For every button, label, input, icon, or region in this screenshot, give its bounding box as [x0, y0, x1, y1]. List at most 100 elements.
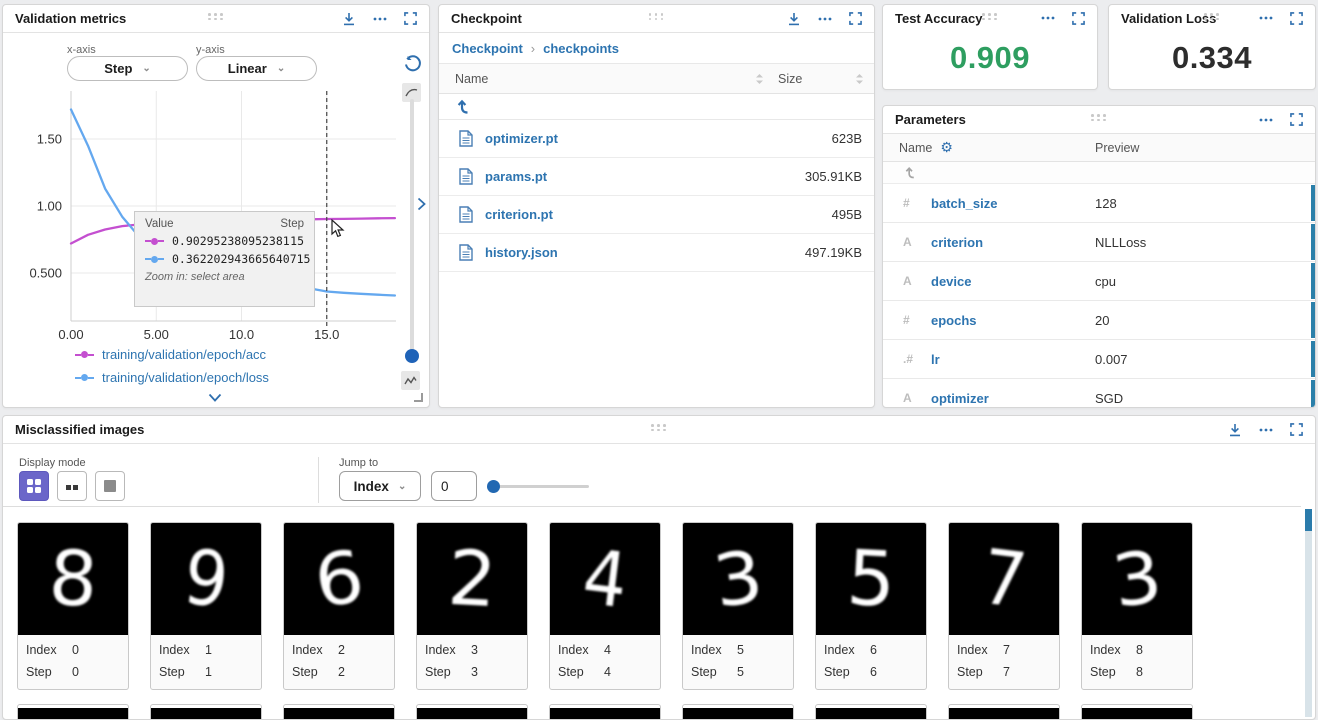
chevron-down-icon: ⌄ — [276, 63, 286, 74]
image-card[interactable]: 2 Index 3 Step 3 — [416, 522, 528, 690]
mnist-digit-image: 7 — [949, 523, 1059, 635]
vertical-scrollbar[interactable] — [1305, 509, 1312, 717]
sort-icon[interactable] — [855, 73, 864, 85]
image-card[interactable]: 7 Index 7 Step 7 — [948, 522, 1060, 690]
table-row[interactable]: A device cpu — [883, 262, 1315, 301]
table-row[interactable]: criterion.pt 495B — [439, 196, 874, 234]
drag-handle-icon[interactable] — [1091, 114, 1107, 122]
svg-text:1.50: 1.50 — [37, 132, 62, 147]
more-menu-icon[interactable] — [1259, 16, 1273, 20]
y-axis-select[interactable]: Linear ⌄ — [196, 56, 317, 81]
breadcrumb-separator: › — [530, 40, 536, 56]
image-card[interactable]: 6 Index 2 Step 2 — [283, 522, 395, 690]
expand-icon[interactable] — [1290, 11, 1303, 25]
table-row[interactable]: history.json 497.19KB — [439, 234, 874, 272]
panel-misclassified-images: Misclassified images Display mode Jump t… — [2, 415, 1316, 720]
mnist-digit-image: 4 — [550, 523, 660, 635]
sort-icon[interactable] — [755, 73, 764, 85]
type-icon: # — [903, 196, 910, 210]
series-marker-icon — [75, 374, 94, 381]
smoothing-slider[interactable] — [410, 99, 414, 355]
table-row[interactable]: A criterion NLLLoss — [883, 223, 1315, 262]
preview-column-header[interactable]: Preview — [1095, 141, 1139, 155]
chevron-down-icon[interactable] — [208, 393, 222, 402]
more-menu-icon[interactable] — [1259, 118, 1273, 122]
file-icon — [459, 130, 473, 147]
breadcrumb-current[interactable]: checkpoints — [543, 41, 619, 56]
svg-text:10.0: 10.0 — [229, 327, 254, 342]
breadcrumb-root[interactable]: Checkpoint — [452, 41, 523, 56]
scrollbar-thumb[interactable] — [1305, 509, 1312, 531]
folder-up-row[interactable] — [439, 94, 874, 120]
drag-handle-icon[interactable] — [982, 13, 998, 21]
image-card[interactable]: 8 Index 0 Step 0 — [17, 522, 129, 690]
image-card[interactable]: 5 Index 6 Step 6 — [815, 522, 927, 690]
image-gallery: 8 Index 0 Step 0 9 Index 1 Step 1 6 Index 2 S… — [17, 522, 1193, 690]
reset-zoom-icon[interactable] — [404, 55, 421, 72]
drag-handle-icon[interactable] — [208, 13, 224, 21]
mnist-digit-image: 6 — [284, 523, 394, 635]
name-column-header[interactable]: Name — [455, 72, 488, 86]
more-menu-icon[interactable] — [373, 17, 387, 21]
expand-icon[interactable] — [404, 12, 417, 25]
jump-mode-select[interactable]: Index ⌄ — [339, 471, 421, 501]
image-card[interactable]: 3 Index 5 Step 5 — [682, 522, 794, 690]
table-row[interactable]: # batch_size 128 — [883, 184, 1315, 223]
legend-item[interactable]: training/validation/epoch/acc — [75, 343, 269, 366]
chevron-down-icon: ⌄ — [142, 63, 151, 74]
display-mode-grid-button[interactable] — [19, 471, 49, 501]
legend-item[interactable]: training/validation/epoch/loss — [75, 366, 269, 389]
table-header: Name ⚙ Preview — [883, 134, 1315, 162]
table-row[interactable]: # epochs 20 — [883, 301, 1315, 340]
expand-icon[interactable] — [1072, 11, 1085, 25]
x-axis-select[interactable]: Step ⌄ — [67, 56, 188, 81]
mnist-digit-image: 9 — [151, 523, 261, 635]
display-mode-pair-button[interactable] — [57, 471, 87, 501]
mnist-digit-image: 3 — [1082, 523, 1192, 635]
table-row[interactable]: A optimizer SGD — [883, 379, 1315, 407]
panel-title: Misclassified images — [15, 422, 145, 437]
drag-handle-icon[interactable] — [651, 424, 667, 432]
image-card[interactable]: 3 Index 8 Step 8 — [1081, 522, 1193, 690]
panel-title: Checkpoint — [451, 11, 522, 26]
expand-icon[interactable] — [849, 12, 862, 25]
drag-handle-icon[interactable] — [1204, 13, 1220, 21]
chevron-right-icon[interactable] — [417, 197, 426, 211]
panel-title: Validation Loss — [1121, 10, 1217, 26]
image-card[interactable]: 9 Index 1 Step 1 — [150, 522, 262, 690]
folder-up-row[interactable] — [883, 162, 1315, 184]
go-up-icon — [457, 99, 468, 114]
size-column-header[interactable]: Size — [778, 72, 802, 86]
more-menu-icon[interactable] — [1041, 16, 1055, 20]
svg-text:15.0: 15.0 — [314, 327, 339, 342]
more-menu-icon[interactable] — [1259, 428, 1273, 432]
gear-icon[interactable]: ⚙ — [940, 139, 953, 156]
expand-icon[interactable] — [1290, 423, 1303, 436]
resize-corner-handle[interactable] — [414, 393, 423, 402]
download-icon[interactable] — [787, 12, 801, 26]
svg-text:5.00: 5.00 — [144, 327, 169, 342]
download-icon[interactable] — [342, 12, 356, 26]
more-menu-icon[interactable] — [818, 17, 832, 21]
download-icon[interactable] — [1228, 423, 1242, 437]
panel-validation-metrics: Validation metrics x-axis Step ⌄ y-axis L… — [2, 4, 430, 408]
table-row[interactable]: .# lr 0.007 — [883, 340, 1315, 379]
breadcrumb: Checkpoint › checkpoints — [439, 33, 874, 64]
display-mode-single-button[interactable] — [95, 471, 125, 501]
expand-icon[interactable] — [1290, 113, 1303, 126]
mnist-digit-image: 3 — [683, 523, 793, 635]
image-card[interactable]: 4 Index 4 Step 4 — [549, 522, 661, 690]
jump-index-input[interactable]: 0 — [431, 471, 477, 501]
sparkline-icon[interactable] — [401, 371, 420, 390]
drag-handle-icon[interactable] — [648, 13, 665, 21]
jump-slider[interactable] — [489, 485, 589, 488]
jump-slider-thumb[interactable] — [487, 480, 500, 493]
table-row[interactable]: params.pt 305.91KB — [439, 158, 874, 196]
chevron-down-icon: ⌄ — [397, 480, 407, 492]
divider — [3, 506, 1301, 507]
name-column-header[interactable]: Name — [899, 141, 932, 155]
smoothing-slider-thumb[interactable] — [405, 349, 419, 363]
table-row[interactable]: optimizer.pt 623B — [439, 120, 874, 158]
y-axis-label: y-axis — [196, 44, 225, 56]
divider — [318, 457, 319, 503]
